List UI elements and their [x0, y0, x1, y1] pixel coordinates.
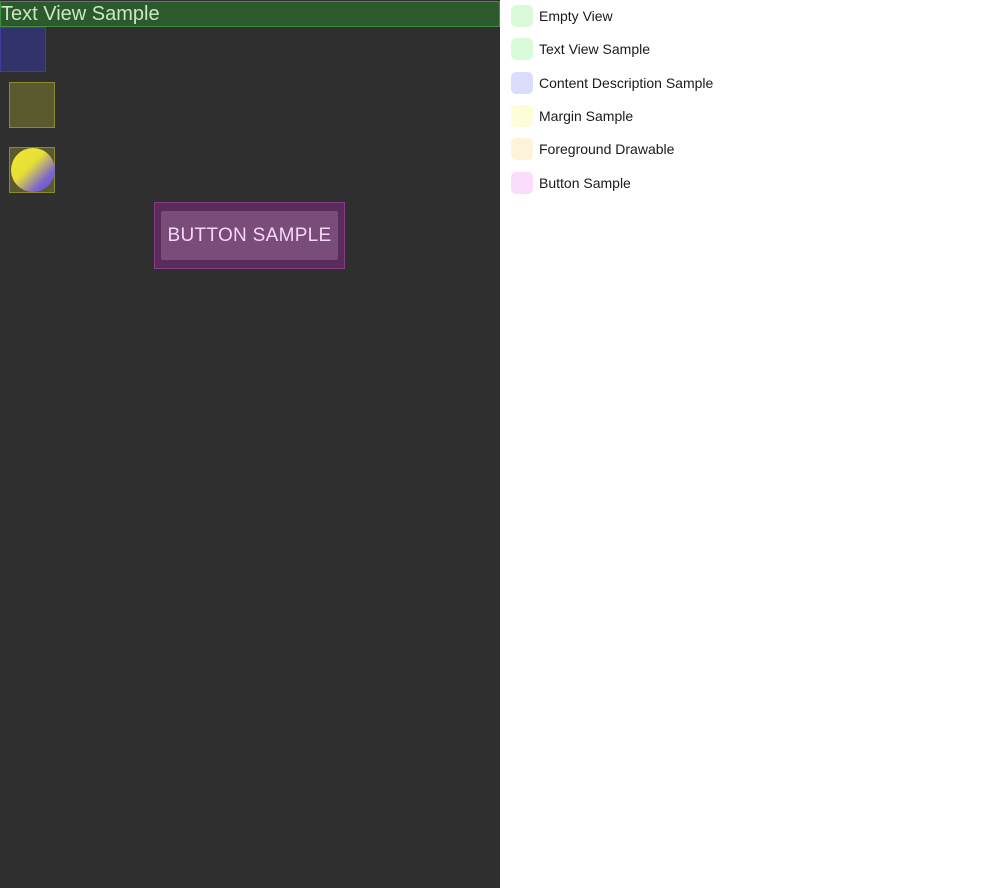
- legend-item-text-view[interactable]: Text View Sample: [511, 38, 650, 60]
- content-description-view[interactable]: [0, 27, 46, 72]
- legend-label: Empty View: [539, 8, 613, 24]
- legend-label: Margin Sample: [539, 108, 634, 124]
- foreground-drawable-view[interactable]: [9, 147, 55, 193]
- layout-preview: Text View Sample BUTTON SAMPLE: [0, 0, 500, 888]
- legend-swatch: [511, 138, 533, 160]
- legend-swatch: [511, 38, 533, 60]
- legend-item-content-description[interactable]: Content Description Sample: [511, 72, 713, 94]
- legend-item-button[interactable]: Button Sample: [511, 172, 631, 194]
- legend-label: Foreground Drawable: [539, 141, 675, 157]
- legend-swatch: [511, 5, 533, 27]
- gradient-circle-icon: [11, 148, 55, 192]
- legend-swatch: [511, 105, 533, 127]
- legend-panel: Empty View Text View Sample Content Desc…: [500, 0, 1000, 888]
- legend-label: Button Sample: [539, 175, 631, 191]
- button-sample-frame: BUTTON SAMPLE: [154, 202, 345, 269]
- margin-sample-view[interactable]: [9, 82, 55, 128]
- legend-label: Content Description Sample: [539, 75, 714, 91]
- legend-item-margin[interactable]: Margin Sample: [511, 105, 633, 127]
- button-sample[interactable]: BUTTON SAMPLE: [161, 211, 338, 260]
- legend-label: Text View Sample: [539, 41, 651, 57]
- legend-swatch: [511, 72, 533, 94]
- legend-item-empty-view[interactable]: Empty View: [511, 5, 613, 27]
- text-view-sample[interactable]: Text View Sample: [0, 1, 500, 27]
- legend-swatch: [511, 172, 533, 194]
- legend-item-foreground-drawable[interactable]: Foreground Drawable: [511, 138, 674, 160]
